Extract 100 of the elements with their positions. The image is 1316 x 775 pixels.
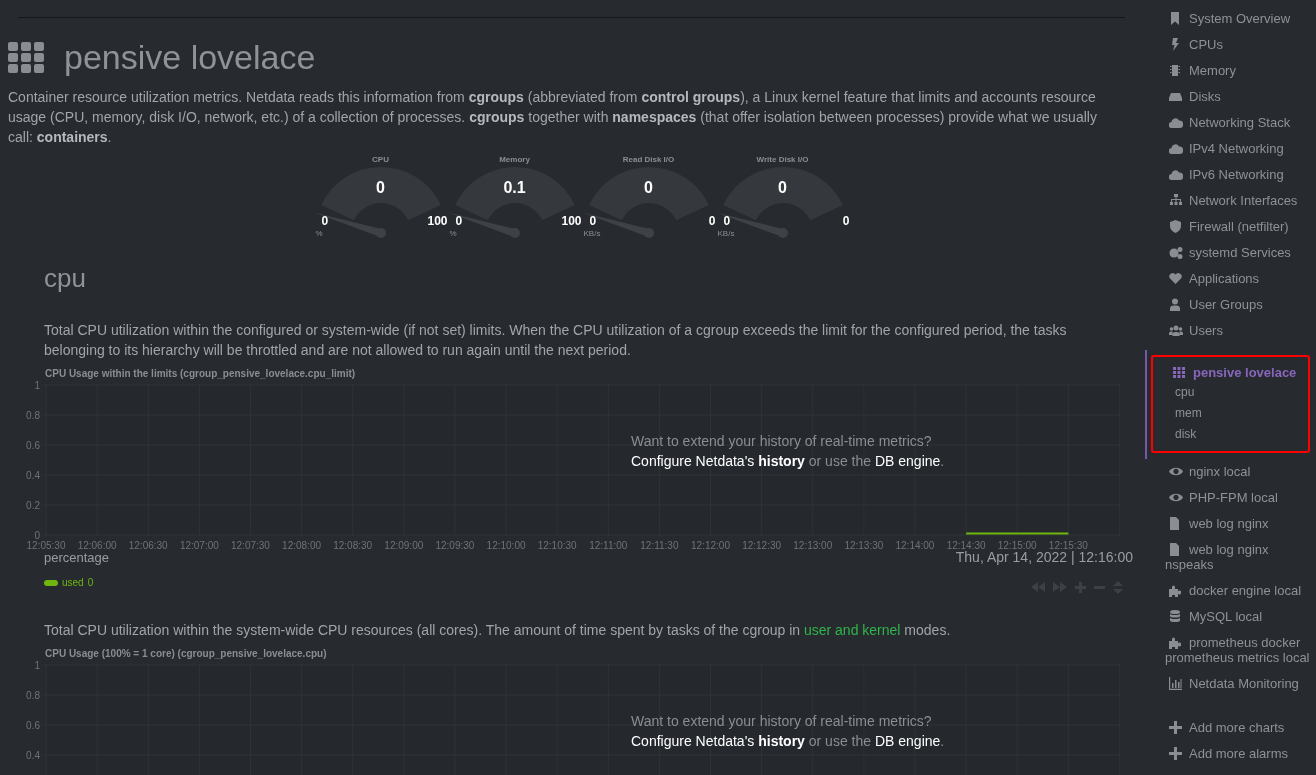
history-link[interactable]: Configure Netdata's history	[631, 453, 805, 469]
sidebar-item[interactable]: CPUs	[1145, 32, 1316, 58]
gauge-value: 0.1	[503, 179, 526, 197]
gauge-min: 0	[589, 214, 597, 228]
chart-description: Total CPU utilization within the configured or system-wide (if not set) limits. When the CPU utilization of a cgroup exceeds the limit for the configured period, the tasks belonging to its hierarchy will be throttled and are not allowed to run again until the next period.	[44, 321, 1068, 360]
bar-chart-icon	[1169, 677, 1183, 690]
sidebar-item[interactable]: IPv6 Networking	[1145, 162, 1316, 188]
puzzle-icon	[1169, 584, 1183, 597]
sidebar-item[interactable]: pensive lovelace	[1165, 359, 1308, 382]
sidebar-item[interactable]: Firewall (netfilter)	[1145, 214, 1316, 240]
cloud-icon	[1169, 116, 1183, 129]
grid-icon	[1173, 366, 1187, 379]
chip-icon	[1169, 64, 1183, 77]
sidebar-item[interactable]: IPv4 Networking	[1145, 136, 1316, 162]
sidebar-item[interactable]: nginx local	[1145, 459, 1316, 485]
add-link[interactable]: Add more alarms	[1145, 741, 1316, 767]
sidebar-item[interactable]: System Overview	[1145, 6, 1316, 32]
axis-tick-label: 12:06:30	[128, 540, 168, 551]
grid-icon	[8, 41, 44, 74]
eye-icon	[1169, 491, 1183, 504]
db-engine-link[interactable]: DB engine	[874, 733, 941, 749]
axis-tick-label: 12:09:00	[384, 540, 424, 551]
axis-tick-label: 12:15:00	[997, 540, 1037, 551]
add-link[interactable]: Add more charts	[1145, 715, 1316, 741]
chart-title: CPU Usage (100% = 1 core) (cgroup_pensive_lovelace.cpu)	[45, 648, 328, 659]
axis-tick-label: 12:07:30	[231, 540, 270, 551]
sidebar-item[interactable]: MySQL local	[1145, 604, 1316, 630]
axis-tick-label: 1	[34, 660, 40, 671]
axis-tick-label: 0.6	[26, 720, 40, 731]
axis-tick-label: 12:09:30	[435, 540, 475, 551]
sidebar-item[interactable]: Networking Stack	[1145, 110, 1316, 136]
sidebar-item[interactable]: Users	[1145, 318, 1316, 344]
gauge-value: 0	[376, 179, 385, 197]
axis-tick-label: 0.8	[26, 410, 40, 421]
axis-tick-label: 12:06:00	[77, 540, 117, 551]
db-engine-link[interactable]: DB engine	[874, 453, 941, 469]
gauge-unit: %	[449, 229, 457, 238]
gauge-unit: KB/s	[717, 229, 735, 238]
gauge-title: Read Disk I/O	[621, 155, 676, 164]
sidebar-item[interactable]: Applications	[1145, 266, 1316, 292]
axis-tick-label: 0.8	[26, 690, 40, 701]
sidebar-item[interactable]: PHP-FPM local	[1145, 485, 1316, 511]
history-question: Want to extend your history of real-time metrics?	[631, 432, 933, 451]
user-icon	[1169, 298, 1183, 311]
description-text: Container resource utilization metrics. Netdata reads this information from cgroups (abbreviated from control groups), a Linux kernel feature that limits and accounts resource usage (CPU, memory, disk I/O, network, etc.) of a collection of processes. cgroups together with namespaces (that offer isolation between processes) provide what we usually call: containers.	[8, 88, 1098, 147]
history-question: Want to extend your history of real-time metrics?	[631, 712, 933, 731]
text-link[interactable]: user and kernel	[803, 622, 901, 638]
sidebar-item[interactable]: Netdata Monitoring	[1145, 671, 1316, 697]
axis-tick-label: 12:14:00	[895, 540, 935, 551]
gauge-unit: KB/s	[583, 229, 601, 238]
history-message: Configure Netdata's history or use the DB engine.	[631, 732, 945, 751]
legend-label: used	[62, 577, 84, 588]
chart-description: Total CPU utilization within the system-wide CPU resources (all cores). The amount of time spent by tasks of the cgroup in user and kernel modes.	[44, 621, 952, 640]
gauge-max: 100	[561, 214, 582, 228]
axis-tick-label: 12:12:00	[691, 540, 730, 551]
sidebar-item[interactable]: systemd Services	[1145, 240, 1316, 266]
axis-tick-label: 12:08:00	[282, 540, 322, 551]
plus-icon	[1169, 721, 1183, 734]
axis-tick-label: 0.2	[26, 500, 40, 511]
sidebar-subitem[interactable]: disk	[1165, 424, 1197, 445]
legend-value: 0	[87, 577, 94, 588]
cloud-icon	[1169, 142, 1183, 155]
drive-icon	[1169, 90, 1183, 103]
page-title: pensive lovelace	[64, 38, 316, 77]
chart-title: CPU Usage within the limits (cgroup_pensive_lovelace.cpu_limit)	[45, 368, 357, 379]
axis-tick-label: 12:10:30	[537, 540, 577, 551]
axis-tick-label: 12:08:30	[333, 540, 373, 551]
sidebar-item[interactable]: prometheus docker prometheus metrics local	[1145, 630, 1316, 671]
axis-tick-label: 1	[34, 380, 40, 391]
history-link[interactable]: Configure Netdata's history	[631, 733, 805, 749]
axis-tick-label: 12:05:30	[26, 540, 66, 551]
eye-icon	[1169, 465, 1183, 478]
gauge-title: CPU	[371, 155, 390, 164]
gauge-value: 0	[644, 179, 653, 197]
sidebar-item[interactable]: docker engine local	[1145, 578, 1316, 604]
gauge-min: 0	[321, 214, 329, 228]
axis-tick-label: 12:14:30	[946, 540, 986, 551]
sidebar-item[interactable]: Memory	[1145, 58, 1316, 84]
history-message: Configure Netdata's history or use the DB engine.	[631, 452, 945, 471]
users-icon	[1169, 324, 1183, 337]
shield-icon	[1169, 220, 1183, 233]
sidebar-subitem[interactable]: mem	[1165, 403, 1202, 424]
axis-tick-label: 12:13:00	[793, 540, 833, 551]
sidebar-item[interactable]: Disks	[1145, 84, 1316, 110]
section-heading: cpu	[44, 263, 87, 294]
sidebar-subitem[interactable]: cpu	[1165, 382, 1195, 403]
puzzle-icon	[1169, 636, 1183, 649]
sidebar-item[interactable]: web log nginx nspeaks	[1145, 537, 1316, 578]
axis-tick-label: 12:10:00	[486, 540, 526, 551]
gauge-value: 0	[778, 179, 787, 197]
gauge-min: 0	[455, 214, 463, 228]
gears-icon	[1169, 246, 1183, 259]
axis-tick-label: 0.6	[26, 440, 40, 451]
gauge-title: Memory	[498, 155, 531, 164]
gauge-max: 100	[427, 214, 448, 228]
axis-tick-label: 12:13:30	[844, 540, 884, 551]
database-icon	[1169, 610, 1183, 623]
sidebar-item[interactable]: Network Interfaces	[1145, 188, 1316, 214]
sidebar-item[interactable]: web log nginx	[1145, 511, 1316, 537]
sidebar-item[interactable]: User Groups	[1145, 292, 1316, 318]
